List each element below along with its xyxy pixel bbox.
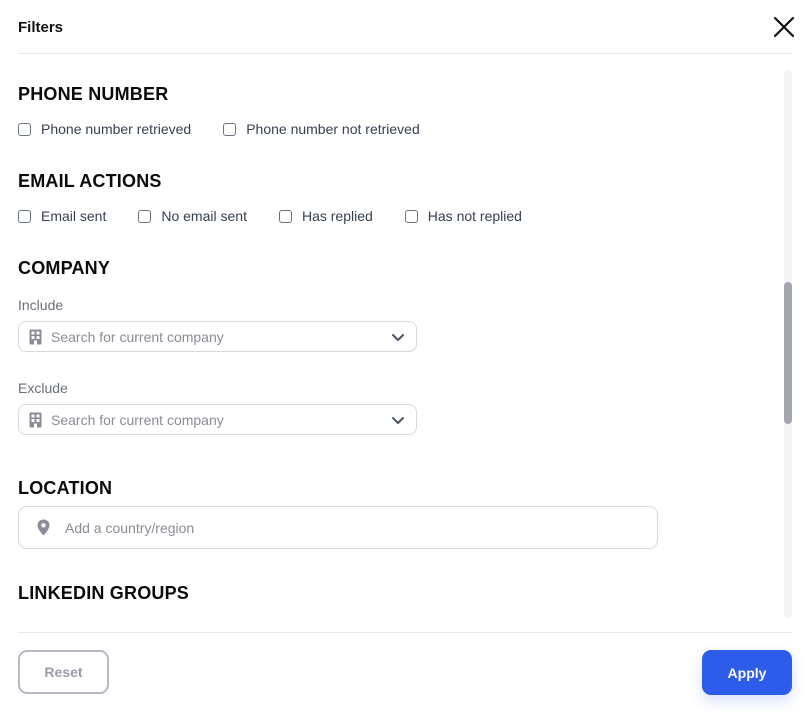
scrollbar-thumb[interactable] [784,282,792,424]
checkbox-box[interactable] [278,209,292,223]
section-title-phone-number: PHONE NUMBER [18,84,169,104]
checkbox-box[interactable] [138,209,152,223]
filters-footer: Reset Apply [18,632,792,718]
filters-panel: Filters PHONE NUMBER Phone number retrie… [0,0,809,718]
include-company-placeholder: Search for current company [51,328,224,345]
checkbox-email-sent[interactable]: Email sent [18,208,106,224]
exclude-company-placeholder: Search for current company [51,411,224,428]
checkbox-phone-not-retrieved[interactable]: Phone number not retrieved [223,121,420,137]
checkbox-label: Phone number retrieved [41,121,192,137]
include-label: Include [18,297,64,313]
panel-title: Filters [18,19,64,36]
phone-number-options: Phone number retrieved Phone number not … [18,121,420,137]
checkbox-box[interactable] [18,209,31,223]
section-title-linkedin-groups: LINKEDIN GROUPS [18,583,190,603]
checkbox-box[interactable] [18,122,31,136]
checkbox-label: Phone number not retrieved [246,121,420,137]
checkbox-no-email-sent[interactable]: No email sent [138,208,247,224]
apply-button[interactable]: Apply [702,650,792,695]
checkbox-label: Email sent [41,208,107,224]
close-icon[interactable] [771,14,797,40]
exclude-label: Exclude [18,380,68,396]
section-title-company: COMPANY [18,258,111,278]
section-title-location: LOCATION [18,478,113,498]
exclude-company-select[interactable]: Search for current company [18,404,417,435]
checkbox-label: Has not replied [427,208,522,224]
checkbox-box[interactable] [223,122,237,136]
building-icon [29,412,42,428]
chevron-down-icon[interactable] [391,330,405,344]
chevron-down-icon[interactable] [391,413,405,427]
include-company-select[interactable]: Search for current company [18,321,417,352]
location-input[interactable] [63,518,657,537]
location-field[interactable] [18,506,658,549]
building-icon [29,329,42,345]
checkbox-label: Has replied [301,208,373,224]
email-actions-options: Email sent No email sent Has replied Has… [18,208,522,224]
checkbox-has-not-replied[interactable]: Has not replied [404,208,522,224]
checkbox-label: No email sent [161,208,247,224]
checkbox-phone-retrieved[interactable]: Phone number retrieved [18,121,191,137]
filters-header: Filters [18,0,795,54]
checkbox-box[interactable] [404,209,418,223]
map-pin-icon [37,519,50,536]
reset-button[interactable]: Reset [18,650,109,694]
checkbox-has-replied[interactable]: Has replied [278,208,373,224]
section-title-email-actions: EMAIL ACTIONS [18,171,162,191]
